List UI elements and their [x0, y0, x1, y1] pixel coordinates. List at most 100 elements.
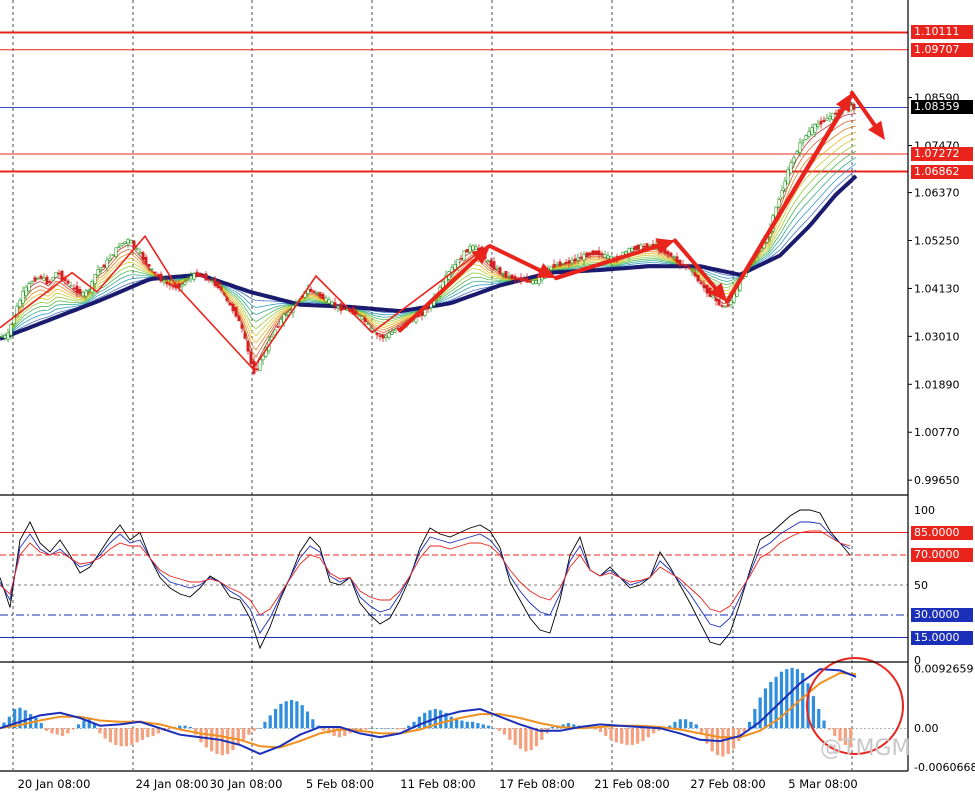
candle-body [702, 284, 706, 289]
macd-histogram-bar [689, 721, 693, 729]
candle-body [537, 277, 541, 285]
candle-body [309, 288, 313, 292]
candle-body [570, 259, 574, 264]
price-tag: 1.09707 [911, 42, 973, 57]
candle-body [45, 276, 49, 284]
candle-body [567, 260, 571, 264]
candle-body [345, 309, 349, 311]
candle-body [66, 280, 70, 284]
candle-body [279, 318, 283, 327]
candle-body [426, 307, 430, 310]
candle-body [201, 275, 205, 278]
candle-body [393, 329, 397, 333]
y-tick-label: 0.99650 [914, 474, 960, 487]
candle-body [357, 314, 361, 317]
macd-histogram-bar [279, 703, 283, 729]
candle-body [258, 359, 262, 371]
macd-signal-line [0, 671, 857, 749]
candle-body [789, 162, 793, 174]
macd-histogram-bar [439, 710, 443, 729]
candle-body [249, 351, 253, 365]
candle-body [729, 300, 733, 306]
candle-body [495, 267, 499, 270]
price-tag: 1.10111 [911, 25, 973, 40]
candle-body [57, 272, 61, 275]
macd-histogram-bar [423, 712, 427, 729]
macd-histogram-bar [124, 728, 129, 747]
candle-body [591, 250, 595, 256]
candle-body [723, 306, 727, 308]
candle-body [600, 253, 604, 255]
macd-histogram-bar [673, 721, 677, 729]
candle-body [336, 305, 340, 309]
candle-body [792, 157, 796, 163]
candle-body [453, 263, 457, 270]
macd-histogram-bar [247, 728, 251, 735]
x-tick-label: 20 Jan 08:00 [18, 777, 91, 791]
candle-body [534, 280, 538, 284]
candle-body [798, 142, 802, 154]
candle-body [801, 140, 805, 143]
macd-histogram-bar [380, 728, 384, 729]
macd-histogram-bar [721, 728, 725, 757]
candle-body [96, 269, 100, 276]
candle-body [588, 252, 592, 256]
x-tick-label: 30 Jan 08:00 [210, 777, 283, 791]
macd-histogram-bar [268, 715, 272, 729]
watermark: @TMGM [820, 736, 911, 761]
macd-histogram-bar [119, 728, 123, 747]
price-tag: 70.0000 [911, 548, 973, 562]
macd-histogram-bar [199, 728, 203, 743]
candle-body [60, 270, 64, 280]
candle-body [459, 257, 463, 260]
trend-arrow-shaft [488, 244, 542, 273]
macd-histogram-bar [641, 728, 645, 742]
candle-body [78, 289, 82, 294]
macd-histogram-bar [50, 728, 54, 734]
macd-histogram-bar [258, 728, 262, 729]
macd-histogram-bar [417, 716, 421, 729]
candle-body [144, 256, 148, 265]
macd-histogram-bar [332, 728, 336, 736]
candle-body [171, 285, 175, 288]
candle-body [3, 335, 7, 339]
candle-body [330, 301, 334, 305]
candle-body [564, 262, 568, 264]
chart-canvas: 100500 0.00926590.00-0.0060668 1.085901.… [0, 0, 975, 791]
candle-body [714, 297, 718, 302]
macd-histogram-bar [460, 720, 464, 729]
candle-body [180, 284, 184, 287]
macd-histogram-bar [108, 728, 113, 743]
macd-histogram-bar [486, 725, 491, 729]
macd-histogram-bar [646, 728, 650, 738]
macd-histogram-bar [769, 681, 773, 729]
candle-body [321, 294, 325, 299]
macd-histogram-bar [407, 725, 411, 729]
candle-body [333, 302, 337, 307]
candle-body [513, 276, 517, 280]
candle-body [852, 103, 856, 110]
macd-histogram-bar [60, 728, 65, 736]
x-tick-label: 17 Feb 08:00 [499, 777, 574, 791]
candle-body [558, 261, 562, 266]
candle-body [132, 240, 136, 247]
candle-body [243, 332, 247, 339]
candle-body [237, 316, 241, 322]
candle-body [597, 250, 601, 256]
macd-histogram-bar [785, 669, 789, 729]
candle-body [531, 280, 535, 285]
macd-histogram-bar [130, 728, 134, 745]
candle-body [786, 169, 790, 185]
macd-histogram-bar [476, 723, 480, 729]
price-tag: 1.07272 [911, 146, 973, 161]
macd-histogram-bar [188, 726, 192, 729]
rsi-tick-label: 50 [914, 579, 928, 592]
candle-body [705, 284, 709, 294]
candle-body [834, 112, 838, 115]
candle-body [150, 268, 154, 271]
candle-body [138, 251, 142, 254]
candle-body [153, 271, 157, 274]
candle-body [315, 291, 319, 294]
price-tag: 85.0000 [911, 525, 973, 540]
macd-histogram-bar [295, 701, 299, 729]
